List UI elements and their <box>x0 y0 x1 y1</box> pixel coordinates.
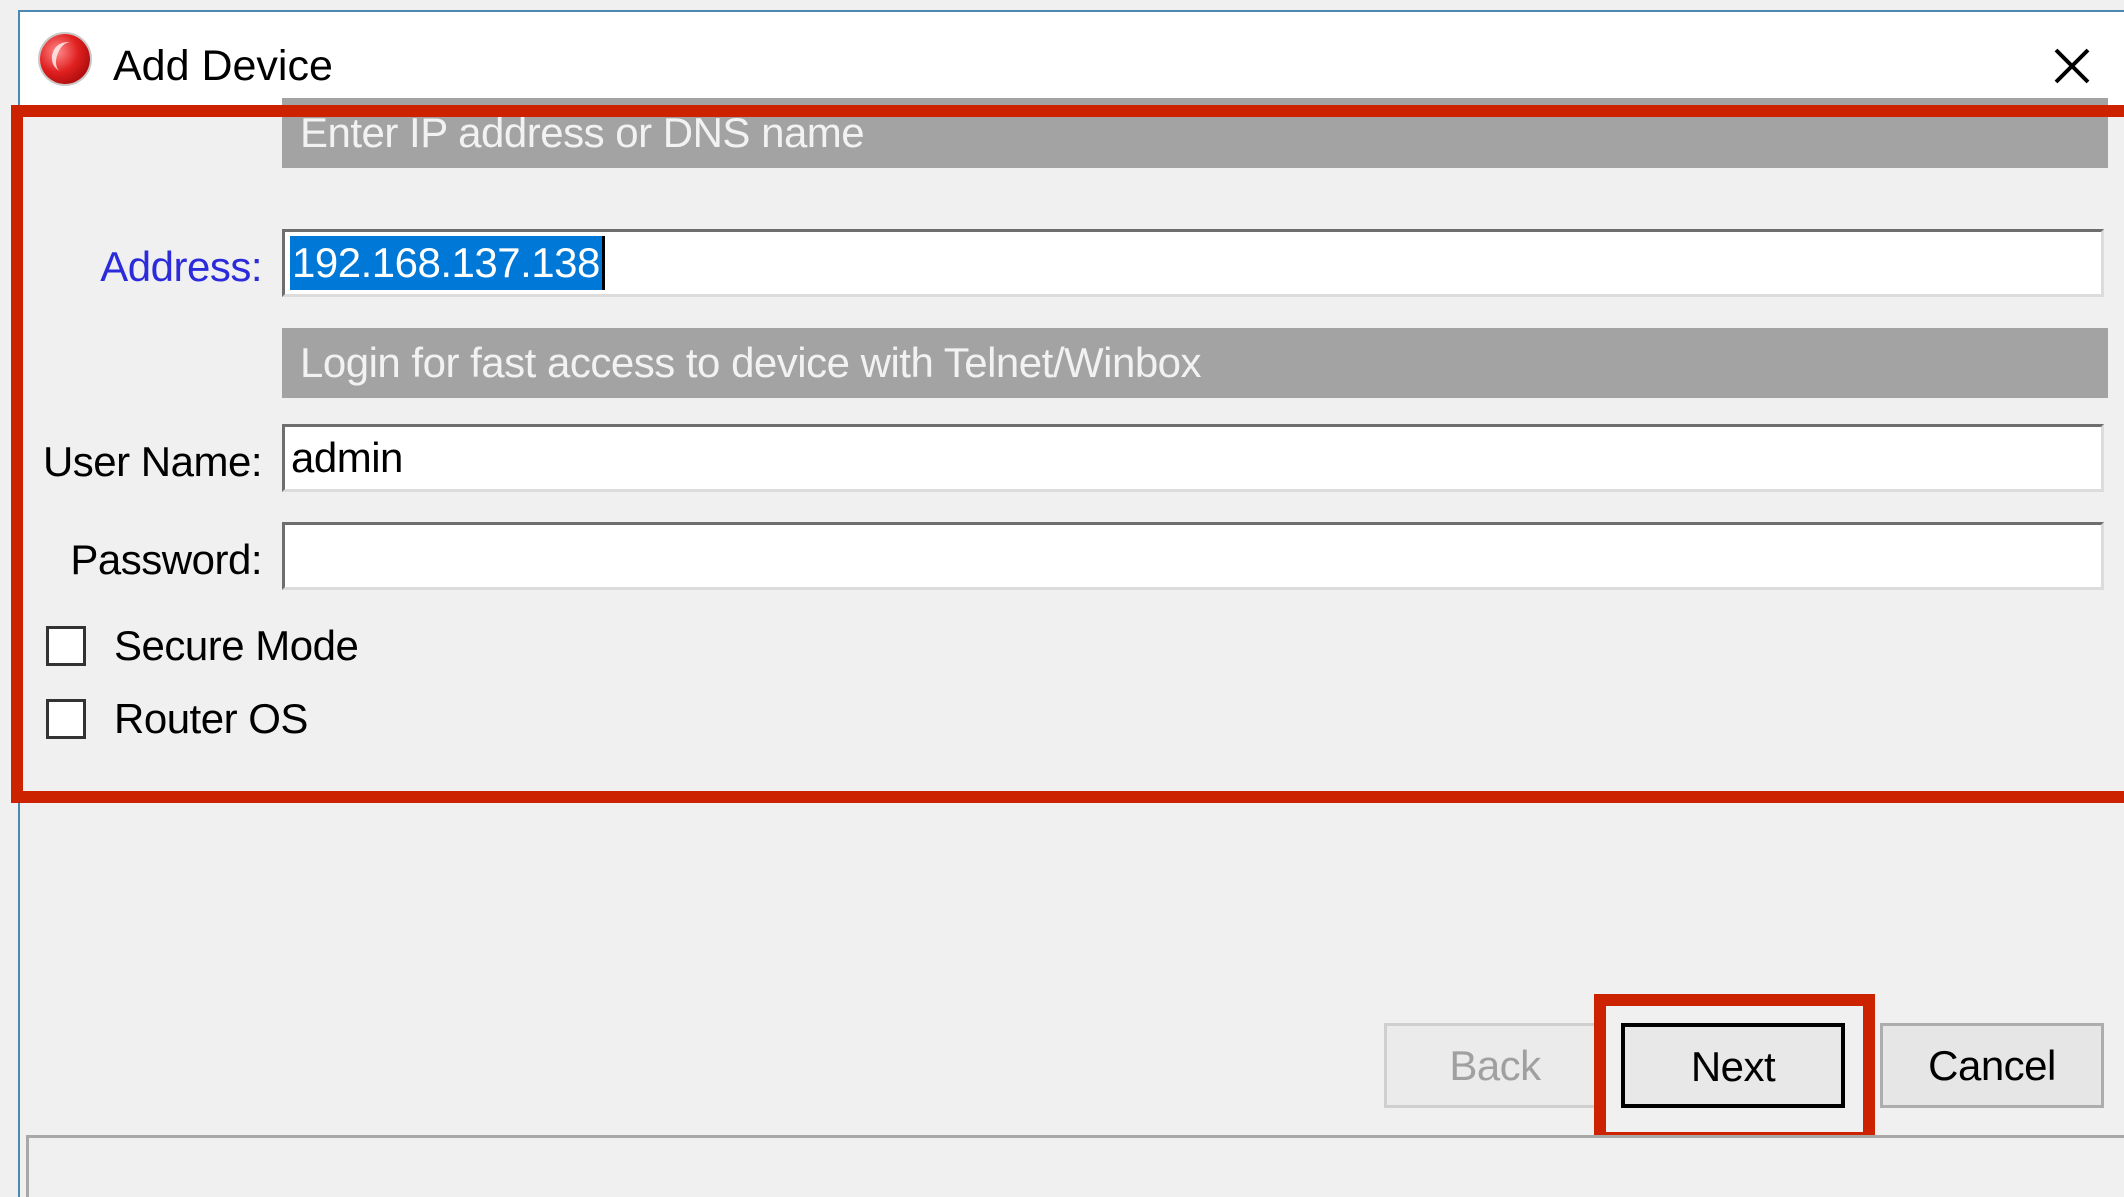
form-highlight-annotation <box>11 105 2124 803</box>
app-icon <box>40 34 90 84</box>
text-caret <box>602 236 605 290</box>
window-title: Add Device <box>113 42 333 90</box>
back-button[interactable]: Back <box>1384 1023 1606 1108</box>
close-button[interactable] <box>2036 32 2106 102</box>
close-icon <box>2054 48 2090 84</box>
status-bar <box>26 1135 2124 1197</box>
next-button-highlight-annotation <box>1594 994 1875 1144</box>
add-device-dialog: Add Device Enter IP address or DNS name … <box>0 0 2124 1197</box>
cancel-button[interactable]: Cancel <box>1880 1023 2104 1108</box>
